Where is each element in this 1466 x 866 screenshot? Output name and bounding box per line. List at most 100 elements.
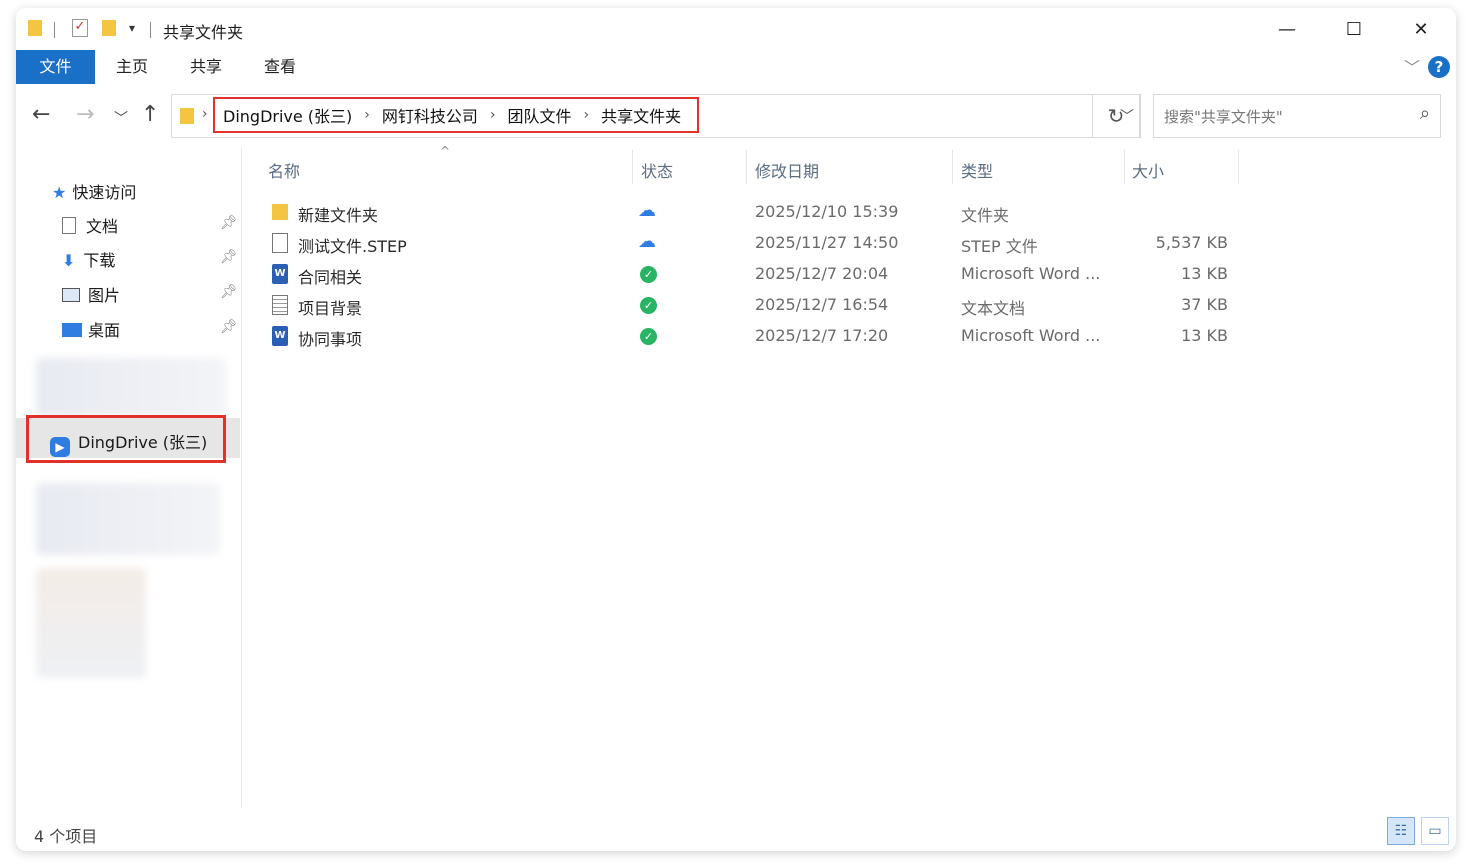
sort-ascending-icon: ^ xyxy=(440,144,451,158)
close-button[interactable]: ✕ xyxy=(1398,14,1444,44)
file-row[interactable]: 新建文件夹 ☁︎ 2025/12/10 15:39 文件夹 xyxy=(266,197,1446,228)
title-bar: ✓ ▾ 共享文件夹 — ☐ ✕ xyxy=(16,8,1456,50)
expand-ribbon-icon[interactable]: ﹀ xyxy=(1404,54,1420,78)
large-icons-view-icon[interactable]: ▭ xyxy=(1421,817,1449,845)
breadcrumb-team-files[interactable]: 团队文件 xyxy=(508,103,572,127)
pin-icon[interactable]: 📌︎ xyxy=(220,284,238,300)
cloud-icon: ☁︎ xyxy=(638,231,656,252)
file-row[interactable]: 测试文件.STEP ☁︎ 2025/11/27 14:50 STEP 文件 5,… xyxy=(266,228,1446,259)
highlight-box xyxy=(26,415,226,463)
sidebar-item-label: 下载 xyxy=(83,251,116,270)
file-name: 新建文件夹 xyxy=(298,206,379,225)
details-view-icon[interactable]: ☷ xyxy=(1387,817,1415,845)
sidebar-item-label: 快速访问 xyxy=(72,183,137,202)
tab-view[interactable]: 查看 xyxy=(252,50,308,84)
search-placeholder: 搜索"共享文件夹" xyxy=(1164,108,1283,126)
column-divider[interactable] xyxy=(746,150,747,184)
file-row[interactable]: W 合同相关 ✓ 2025/12/7 20:04 Microsoft Word … xyxy=(266,259,1446,290)
sidebar-item-label: 桌面 xyxy=(88,321,121,340)
divider xyxy=(150,22,151,38)
navigation-pane: ★ 快速访问 文档 📌︎ ⬇ 下载 📌︎ 图片 📌︎ 桌面 📌︎ ▶ DingDriv… xyxy=(16,148,242,808)
file-name: 合同相关 xyxy=(298,268,363,287)
breadcrumb-company[interactable]: 网钉科技公司 xyxy=(382,103,478,127)
file-modified: 2025/11/27 14:50 xyxy=(755,233,899,252)
column-header-size[interactable]: 大小 xyxy=(1132,158,1164,182)
column-divider[interactable] xyxy=(952,150,953,184)
tab-file[interactable]: 文件 xyxy=(16,50,95,84)
file-size: 37 KB xyxy=(1181,295,1228,314)
sidebar-item-label: 图片 xyxy=(88,286,121,305)
chevron-right-icon[interactable]: › xyxy=(584,107,590,123)
address-row: ← → ﹀ ↑ › ﹀ DingDrive (张三) › 网钉科技公司 › 团队… xyxy=(16,92,1456,140)
file-type: 文本文档 xyxy=(961,299,1026,318)
blurred-region xyxy=(36,358,226,416)
pictures-icon xyxy=(62,288,80,302)
column-header-type[interactable]: 类型 xyxy=(961,158,993,182)
divider xyxy=(54,22,55,38)
breadcrumb: DingDrive (张三) › 网钉科技公司 › 团队文件 › 共享文件夹 xyxy=(213,97,700,133)
help-icon[interactable]: ? xyxy=(1428,56,1450,78)
cloud-icon: ☁︎ xyxy=(638,200,656,221)
star-icon: ★ xyxy=(52,183,67,202)
new-folder-icon[interactable] xyxy=(102,20,116,36)
forward-icon[interactable]: → xyxy=(76,102,94,127)
file-row[interactable]: W 协同事项 ✓ 2025/12/7 17:20 Microsoft Word … xyxy=(266,321,1446,352)
pin-icon[interactable]: 📌︎ xyxy=(220,319,238,335)
tab-share[interactable]: 共享 xyxy=(178,50,234,84)
sidebar-item-quick-access[interactable]: ★ 快速访问 xyxy=(52,179,136,203)
file-size: 13 KB xyxy=(1181,264,1228,283)
file-size: 13 KB xyxy=(1181,326,1228,345)
minimize-button[interactable]: — xyxy=(1264,14,1310,44)
synced-check-icon: ✓ xyxy=(640,266,657,283)
file-modified: 2025/12/7 20:04 xyxy=(755,264,889,283)
sidebar-item-desktop[interactable]: 桌面 xyxy=(62,317,120,341)
chevron-right-icon[interactable]: › xyxy=(490,107,496,123)
file-name: 项目背景 xyxy=(298,299,363,318)
column-header-status[interactable]: 状态 xyxy=(641,158,673,182)
window-title: 共享文件夹 xyxy=(163,23,244,42)
pin-icon[interactable]: 📌︎ xyxy=(220,249,238,265)
file-modified: 2025/12/10 15:39 xyxy=(755,202,899,221)
pin-icon[interactable]: 📌︎ xyxy=(220,215,238,231)
synced-check-icon: ✓ xyxy=(640,328,657,345)
sidebar-item-pictures[interactable]: 图片 xyxy=(62,282,120,306)
file-type: Microsoft Word ... xyxy=(961,264,1101,283)
column-divider[interactable] xyxy=(1124,150,1125,184)
search-icon[interactable]: ⌕ xyxy=(1420,103,1430,124)
word-icon: W xyxy=(272,326,288,346)
properties-icon[interactable]: ✓ xyxy=(72,19,88,37)
ribbon-tabs: 文件 主页 共享 查看 ﹀ ? xyxy=(16,50,1456,84)
column-header-modified[interactable]: 修改日期 xyxy=(755,158,819,182)
up-icon[interactable]: ↑ xyxy=(141,102,159,127)
document-icon xyxy=(62,217,76,234)
column-divider[interactable] xyxy=(632,150,633,184)
chevron-right-icon[interactable]: › xyxy=(364,107,370,123)
folder-icon xyxy=(180,108,194,124)
back-icon[interactable]: ← xyxy=(32,102,50,127)
sidebar-item-downloads[interactable]: ⬇ 下载 xyxy=(62,247,115,271)
file-name: 协同事项 xyxy=(298,330,363,349)
desktop-icon xyxy=(62,323,82,337)
recent-locations-icon[interactable]: ﹀ xyxy=(114,108,128,128)
sidebar-item-label: 文档 xyxy=(86,217,119,236)
sidebar-item-documents[interactable]: 文档 xyxy=(62,213,118,237)
file-type: 文件夹 xyxy=(961,206,1010,225)
customize-qat-icon[interactable]: ▾ xyxy=(129,21,135,35)
item-count: 4 个项目 xyxy=(34,827,98,846)
refresh-button[interactable]: ↻ xyxy=(1092,94,1140,138)
column-header-name[interactable]: 名称 xyxy=(268,158,300,182)
column-divider[interactable] xyxy=(1238,150,1239,184)
search-input[interactable]: 搜索"共享文件夹" ⌕ xyxy=(1153,94,1441,138)
synced-check-icon: ✓ xyxy=(640,297,657,314)
tab-home[interactable]: 主页 xyxy=(104,50,160,84)
breadcrumb-shared-folder[interactable]: 共享文件夹 xyxy=(601,103,681,127)
download-icon: ⬇ xyxy=(62,251,76,270)
file-modified: 2025/12/7 17:20 xyxy=(755,326,889,345)
file-type: STEP 文件 xyxy=(961,237,1038,256)
file-type: Microsoft Word ... xyxy=(961,326,1101,345)
breadcrumb-dingdrive[interactable]: DingDrive (张三) xyxy=(223,103,352,127)
maximize-button[interactable]: ☐ xyxy=(1331,14,1377,44)
chevron-right-icon[interactable]: › xyxy=(202,106,208,122)
file-row[interactable]: 项目背景 ✓ 2025/12/7 16:54 文本文档 37 KB xyxy=(266,290,1446,321)
text-file-icon xyxy=(272,295,288,315)
